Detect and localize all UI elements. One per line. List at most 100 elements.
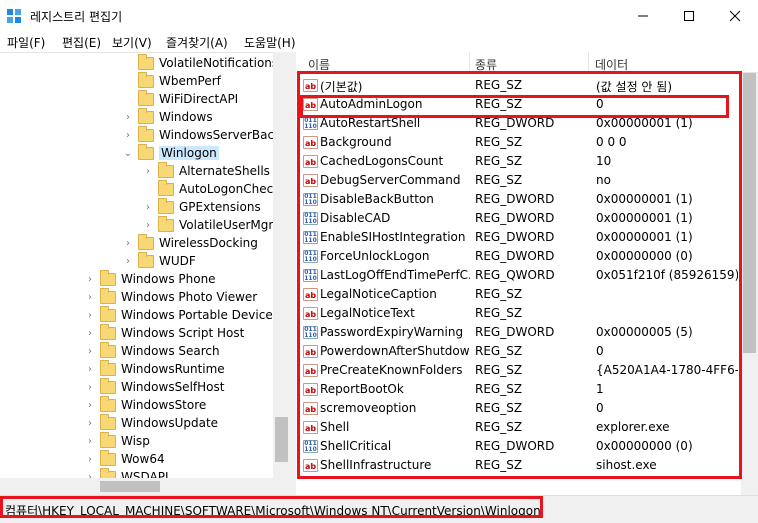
tree-item[interactable]: WiFiDirectAPI — [122, 89, 238, 108]
tree-item[interactable]: › Wow64 — [84, 449, 165, 468]
value-row[interactable]: ab ShellInfrastructure REG_SZ sihost.exe — [296, 456, 741, 475]
tree-hscroll-thumb[interactable] — [100, 481, 160, 492]
menu-view[interactable]: 보기(V) — [112, 34, 152, 51]
value-row[interactable]: ab LegalNoticeText REG_SZ — [296, 304, 741, 323]
chevron-right-icon[interactable]: › — [122, 112, 134, 123]
value-data: 0x00000001 (1) — [596, 116, 693, 130]
column-divider[interactable] — [588, 52, 589, 73]
value-type: REG_SZ — [475, 382, 523, 396]
chevron-right-icon[interactable]: › — [84, 310, 96, 321]
value-data: 0x00000001 (1) — [596, 211, 693, 225]
value-row[interactable]: ab Shell REG_SZ explorer.exe — [296, 418, 741, 437]
tree-item[interactable]: WbemPerf — [122, 71, 221, 90]
chevron-right-icon[interactable]: › — [84, 436, 96, 447]
value-row[interactable]: 011 110 DisableBackButton REG_DWORD 0x000000… — [296, 190, 741, 209]
chevron-right-icon[interactable]: › — [84, 400, 96, 411]
value-type: REG_SZ — [475, 420, 523, 434]
tree-item[interactable]: › GPExtensions — [142, 197, 261, 216]
chevron-right-icon[interactable]: › — [84, 292, 96, 303]
chevron-right-icon[interactable]: › — [122, 238, 134, 249]
value-row[interactable]: ab PreCreateKnownFolders REG_SZ {A520A1A4-1… — [296, 361, 741, 380]
menu-edit[interactable]: 편집(E) — [62, 34, 101, 51]
chevron-right-icon[interactable]: › — [142, 166, 154, 177]
string-value-icon: ab — [303, 383, 318, 396]
column-name[interactable]: 이름 — [308, 56, 330, 73]
values-list[interactable]: 이름 종류 데이터 ab (기본값) REG_SZ (값 설정 안 됨) ab AutoA… — [296, 52, 758, 495]
value-row[interactable]: ab PowerdownAfterShutdown REG_SZ 0 — [296, 342, 741, 361]
tree-item[interactable]: › Windows Script Host — [84, 323, 244, 342]
tree-item[interactable]: ⌄ Winlogon — [122, 143, 219, 162]
chevron-right-icon[interactable]: › — [84, 364, 96, 375]
chevron-right-icon[interactable]: › — [122, 130, 134, 141]
maximize-button[interactable] — [666, 0, 712, 32]
tree-vertical-scrollbar[interactable] — [273, 52, 290, 495]
tree-item[interactable]: › Windows Search — [84, 341, 220, 360]
chevron-right-icon[interactable]: › — [122, 256, 134, 267]
value-row[interactable]: ab CachedLogonsCount REG_SZ 10 — [296, 152, 741, 171]
menu-bar: 파일(F) 편집(E) 보기(V) 즐겨찾기(A) 도움말(H) — [0, 32, 758, 52]
string-value-icon: ab — [303, 155, 318, 168]
column-data[interactable]: 데이터 — [595, 56, 628, 73]
tree-item[interactable]: › Wisp — [84, 431, 150, 450]
tree-item[interactable]: › Windows Phone — [84, 269, 216, 288]
tree-item[interactable]: › WindowsServerBackup — [122, 125, 290, 144]
close-button[interactable] — [712, 0, 758, 32]
tree-item[interactable]: › Windows Portable Devices — [84, 305, 279, 324]
tree-item[interactable]: AutoLogonChecked — [142, 179, 290, 198]
tree-item[interactable]: › WindowsStore — [84, 395, 206, 414]
value-row[interactable]: ab Background REG_SZ 0 0 0 — [296, 133, 741, 152]
value-row[interactable]: ab LegalNoticeCaption REG_SZ — [296, 285, 741, 304]
tree-item[interactable]: › Windows Photo Viewer — [84, 287, 257, 306]
tree-item[interactable]: › WindowsUpdate — [84, 413, 218, 432]
value-row[interactable]: ab AutoAdminLogon REG_SZ 0 — [296, 95, 741, 114]
value-row[interactable]: 011 110 PasswordExpiryWarning REG_DWORD 0x00… — [296, 323, 741, 342]
value-data: {A520A1A4-1780-4FF6-B — [596, 363, 738, 377]
value-row[interactable]: ab DebugServerCommand REG_SZ no — [296, 171, 741, 190]
tree-item[interactable]: › WirelessDocking — [122, 233, 258, 252]
value-type: REG_SZ — [475, 287, 523, 301]
value-row[interactable]: 011 110 AutoRestartShell REG_DWORD 0x0000000… — [296, 114, 741, 133]
value-type: REG_QWORD — [475, 268, 555, 282]
list-scroll-thumb[interactable] — [743, 73, 756, 353]
tree-horizontal-scrollbar[interactable] — [0, 478, 273, 495]
tree-item[interactable]: › AlternateShells — [142, 161, 270, 180]
value-row[interactable]: ab scremoveoption REG_SZ 0 — [296, 399, 741, 418]
value-name: PreCreateKnownFolders — [320, 363, 463, 377]
chevron-right-icon[interactable]: › — [142, 202, 154, 213]
value-row[interactable]: 011 110 EnableSIHostIntegration REG_DWORD 0x… — [296, 228, 741, 247]
menu-help[interactable]: 도움말(H) — [244, 34, 296, 51]
folder-icon — [100, 341, 116, 358]
list-vertical-scrollbar[interactable] — [741, 73, 758, 495]
tree-item[interactable]: › WindowsSelfHost — [84, 377, 225, 396]
value-row[interactable]: 011 110 LastLogOffEndTimePerfC... REG_QWORD… — [296, 266, 741, 285]
list-header: 이름 종류 데이터 — [296, 52, 758, 73]
value-row[interactable]: ab (기본값) REG_SZ (값 설정 안 됨) — [296, 76, 741, 95]
registry-tree[interactable]: VolatileNotifications WbemPerf WiFiDirectA… — [0, 52, 290, 495]
tree-item[interactable]: › VolatileUserMgrKey — [142, 215, 290, 234]
tree-item[interactable]: VolatileNotifications — [122, 53, 278, 72]
tree-item[interactable]: › WindowsRuntime — [84, 359, 225, 378]
column-type[interactable]: 종류 — [475, 56, 497, 73]
value-row[interactable]: ab ReportBootOk REG_SZ 1 — [296, 380, 741, 399]
tree-item[interactable]: › WUDF — [122, 251, 196, 270]
tree-item[interactable]: › Windows — [122, 107, 213, 126]
chevron-right-icon[interactable]: › — [84, 418, 96, 429]
value-row[interactable]: 011 110 DisableCAD REG_DWORD 0x00000001 (1) — [296, 209, 741, 228]
value-row[interactable]: 011 110 ForceUnlockLogon REG_DWORD 0x0000000… — [296, 247, 741, 266]
value-row[interactable]: 011 110 ShellCritical REG_DWORD 0x00000000 (… — [296, 437, 741, 456]
menu-favorites[interactable]: 즐겨찾기(A) — [166, 34, 228, 51]
chevron-down-icon[interactable]: ⌄ — [122, 148, 134, 159]
chevron-right-icon[interactable]: › — [84, 274, 96, 285]
value-type: REG_SZ — [475, 458, 523, 472]
chevron-right-icon[interactable]: › — [142, 220, 154, 231]
chevron-right-icon[interactable]: › — [84, 346, 96, 357]
tree-scroll-thumb[interactable] — [275, 417, 288, 462]
tree-item-label: WindowsSelfHost — [121, 380, 225, 394]
minimize-button[interactable] — [620, 0, 666, 32]
folder-icon — [100, 431, 116, 448]
chevron-right-icon[interactable]: › — [84, 382, 96, 393]
chevron-right-icon[interactable]: › — [84, 454, 96, 465]
chevron-right-icon[interactable]: › — [84, 328, 96, 339]
column-divider[interactable] — [469, 52, 470, 73]
menu-file[interactable]: 파일(F) — [7, 34, 45, 51]
